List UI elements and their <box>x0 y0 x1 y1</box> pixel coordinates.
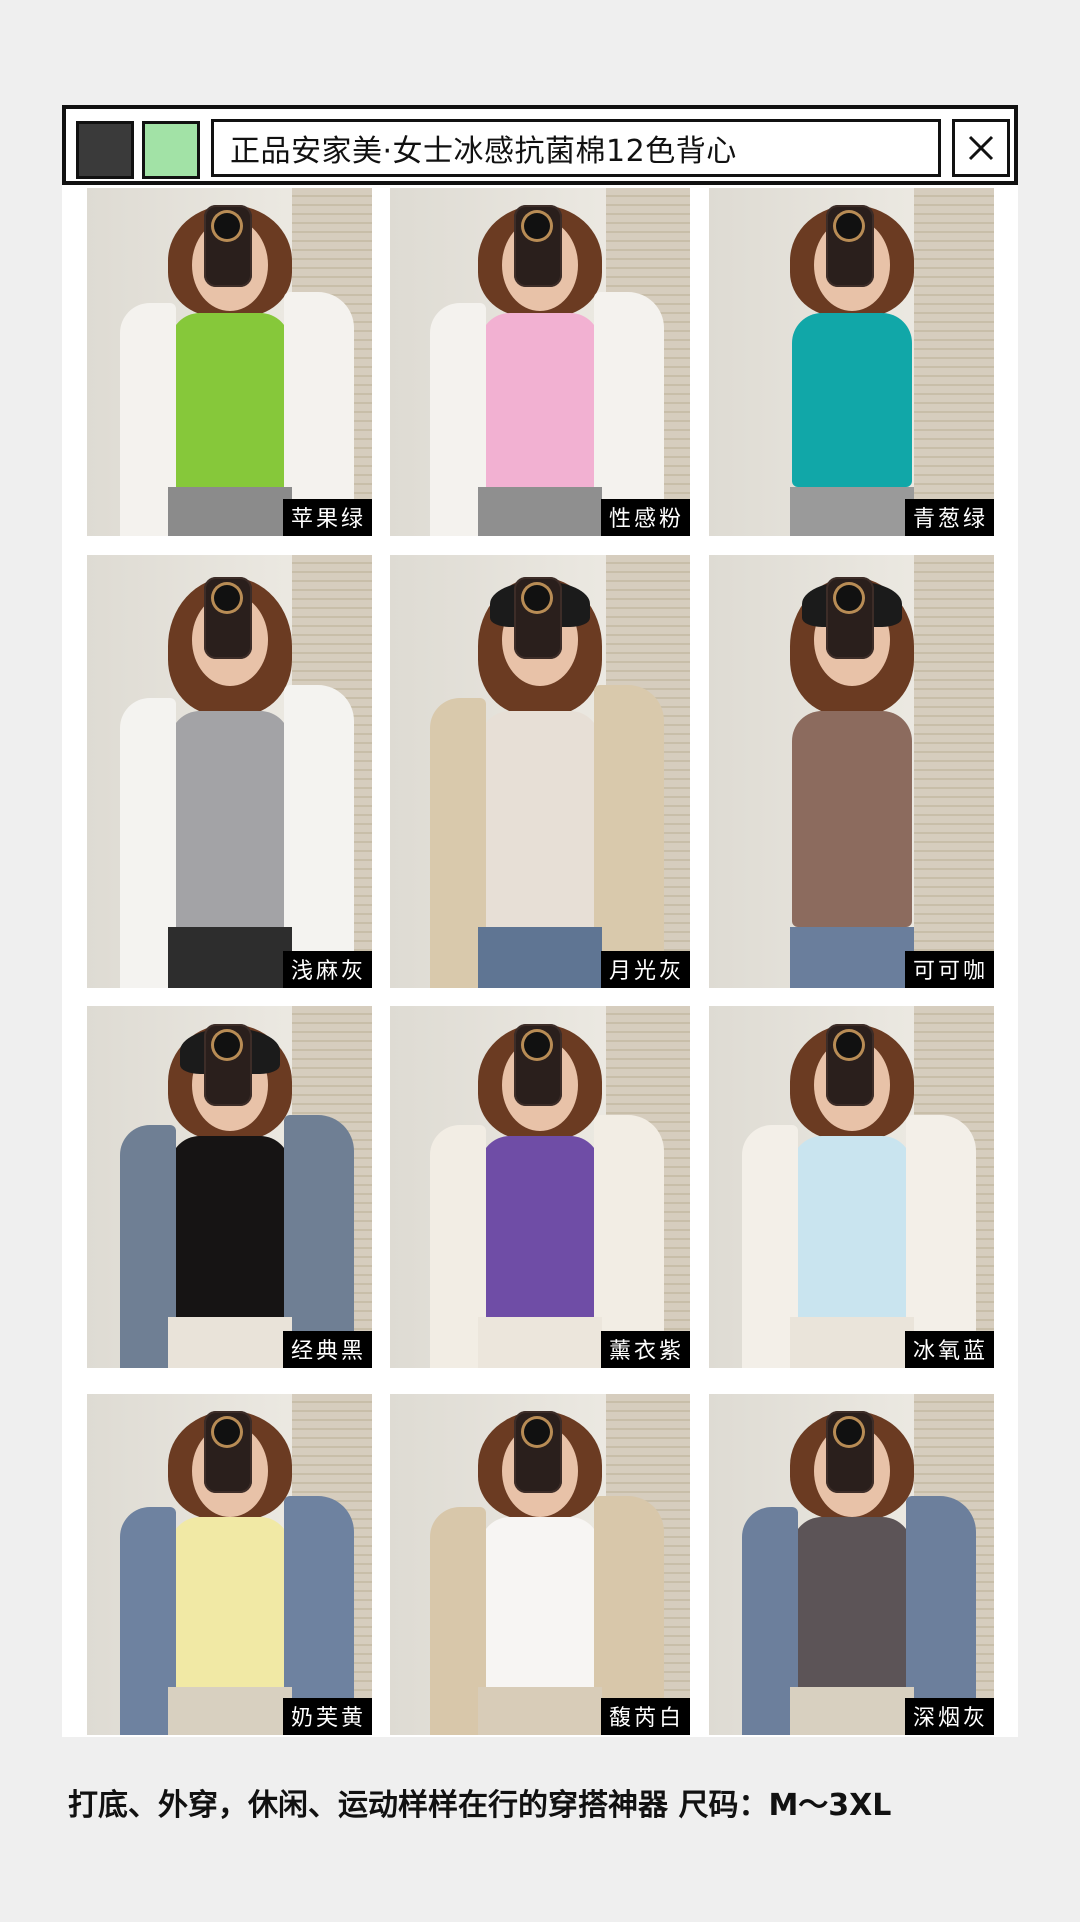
product-photo[interactable]: 苹果绿 <box>87 188 372 536</box>
tank-top <box>169 1516 290 1688</box>
phone <box>825 576 874 659</box>
color-name-label: 浅麻灰 <box>282 951 372 988</box>
tank-top <box>480 1516 600 1688</box>
color-name-label: 苹果绿 <box>282 499 372 536</box>
product-photo[interactable]: 月光灰 <box>390 555 690 988</box>
product-photo[interactable]: 经典黑 <box>87 1006 372 1368</box>
tank-top <box>480 710 600 928</box>
color-name-label: 经典黑 <box>282 1331 372 1368</box>
color-name-label: 奶芙黄 <box>282 1698 372 1735</box>
close-icon <box>968 135 994 161</box>
color-name-label: 可可咖 <box>904 951 994 988</box>
tank-top <box>169 1136 290 1318</box>
window-blind <box>914 188 994 536</box>
green-swatch[interactable] <box>142 121 200 179</box>
color-name-label: 深烟灰 <box>904 1698 994 1735</box>
phone <box>825 1411 874 1494</box>
phone <box>203 1411 252 1494</box>
dark-swatch[interactable] <box>76 121 134 179</box>
tank-top <box>480 313 600 488</box>
color-name-label: 性感粉 <box>600 499 690 536</box>
tank-top <box>791 1516 912 1688</box>
page-title: 正品安家美·女士冰感抗菌棉12色背心 <box>230 134 737 169</box>
phone <box>203 576 252 659</box>
close-button[interactable] <box>952 119 1010 177</box>
phone <box>514 1024 562 1107</box>
phone <box>203 205 252 288</box>
product-photo[interactable]: 青葱绿 <box>709 188 994 536</box>
product-photo[interactable]: 馥芮白 <box>390 1394 690 1735</box>
tank-top <box>480 1136 600 1318</box>
color-name-label: 馥芮白 <box>600 1698 690 1735</box>
product-photo[interactable]: 奶芙黄 <box>87 1394 372 1735</box>
phone <box>825 1024 874 1107</box>
product-photo[interactable]: 薰衣紫 <box>390 1006 690 1368</box>
product-photo[interactable]: 可可咖 <box>709 555 994 988</box>
product-photo[interactable]: 浅麻灰 <box>87 555 372 988</box>
tank-top <box>791 710 912 928</box>
product-photo[interactable]: 性感粉 <box>390 188 690 536</box>
phone <box>514 576 562 659</box>
tank-top <box>169 710 290 928</box>
color-name-label: 月光灰 <box>600 951 690 988</box>
title-bar: 正品安家美·女士冰感抗菌棉12色背心 <box>62 105 1018 185</box>
product-photo[interactable]: 深烟灰 <box>709 1394 994 1735</box>
phone <box>203 1024 252 1107</box>
color-name-label: 冰氧蓝 <box>904 1331 994 1368</box>
window-blind <box>914 555 994 988</box>
phone <box>825 205 874 288</box>
phone <box>514 205 562 288</box>
phone <box>514 1411 562 1494</box>
product-photo[interactable]: 冰氧蓝 <box>709 1006 994 1368</box>
tank-top <box>169 313 290 488</box>
color-name-label: 薰衣紫 <box>600 1331 690 1368</box>
caption: 打底、外穿，休闲、运动样样在行的穿搭神器 尺码：M～3XL <box>68 1788 892 1823</box>
color-name-label: 青葱绿 <box>904 499 994 536</box>
tank-top <box>791 313 912 488</box>
title-box: 正品安家美·女士冰感抗菌棉12色背心 <box>211 119 941 177</box>
tank-top <box>791 1136 912 1318</box>
